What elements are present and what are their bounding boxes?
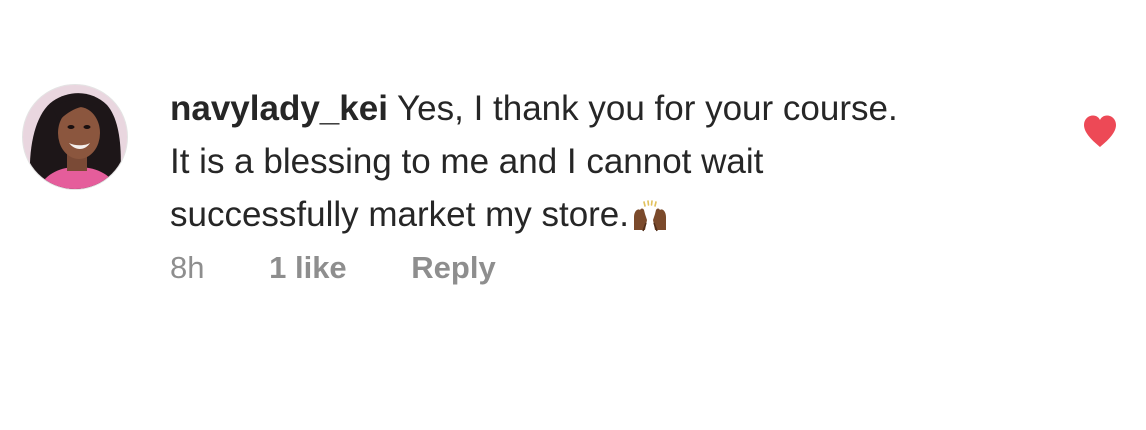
comment-body: navylady_kei Yes, I thank you for your c… [170, 82, 1030, 247]
username[interactable]: navylady_kei [170, 89, 388, 128]
comment-text: navylady_kei Yes, I thank you for your c… [170, 82, 1030, 247]
comment-meta: 8h 1 like Reply [170, 248, 552, 288]
comment-line-1: Yes, I thank you for your course. [397, 89, 898, 128]
heart-icon[interactable] [1082, 114, 1118, 148]
reply-button[interactable]: Reply [411, 248, 495, 288]
likes-count[interactable]: 1 like [269, 248, 347, 288]
comment: navylady_kei Yes, I thank you for your c… [0, 0, 1146, 430]
comment-line-3: successfully market my store. [170, 195, 629, 234]
avatar[interactable] [22, 84, 128, 190]
raising-hands-icon [631, 194, 669, 247]
avatar-image [23, 85, 127, 189]
comment-line-2: It is a blessing to me and I cannot wait [170, 142, 764, 181]
timestamp: 8h [170, 250, 205, 285]
